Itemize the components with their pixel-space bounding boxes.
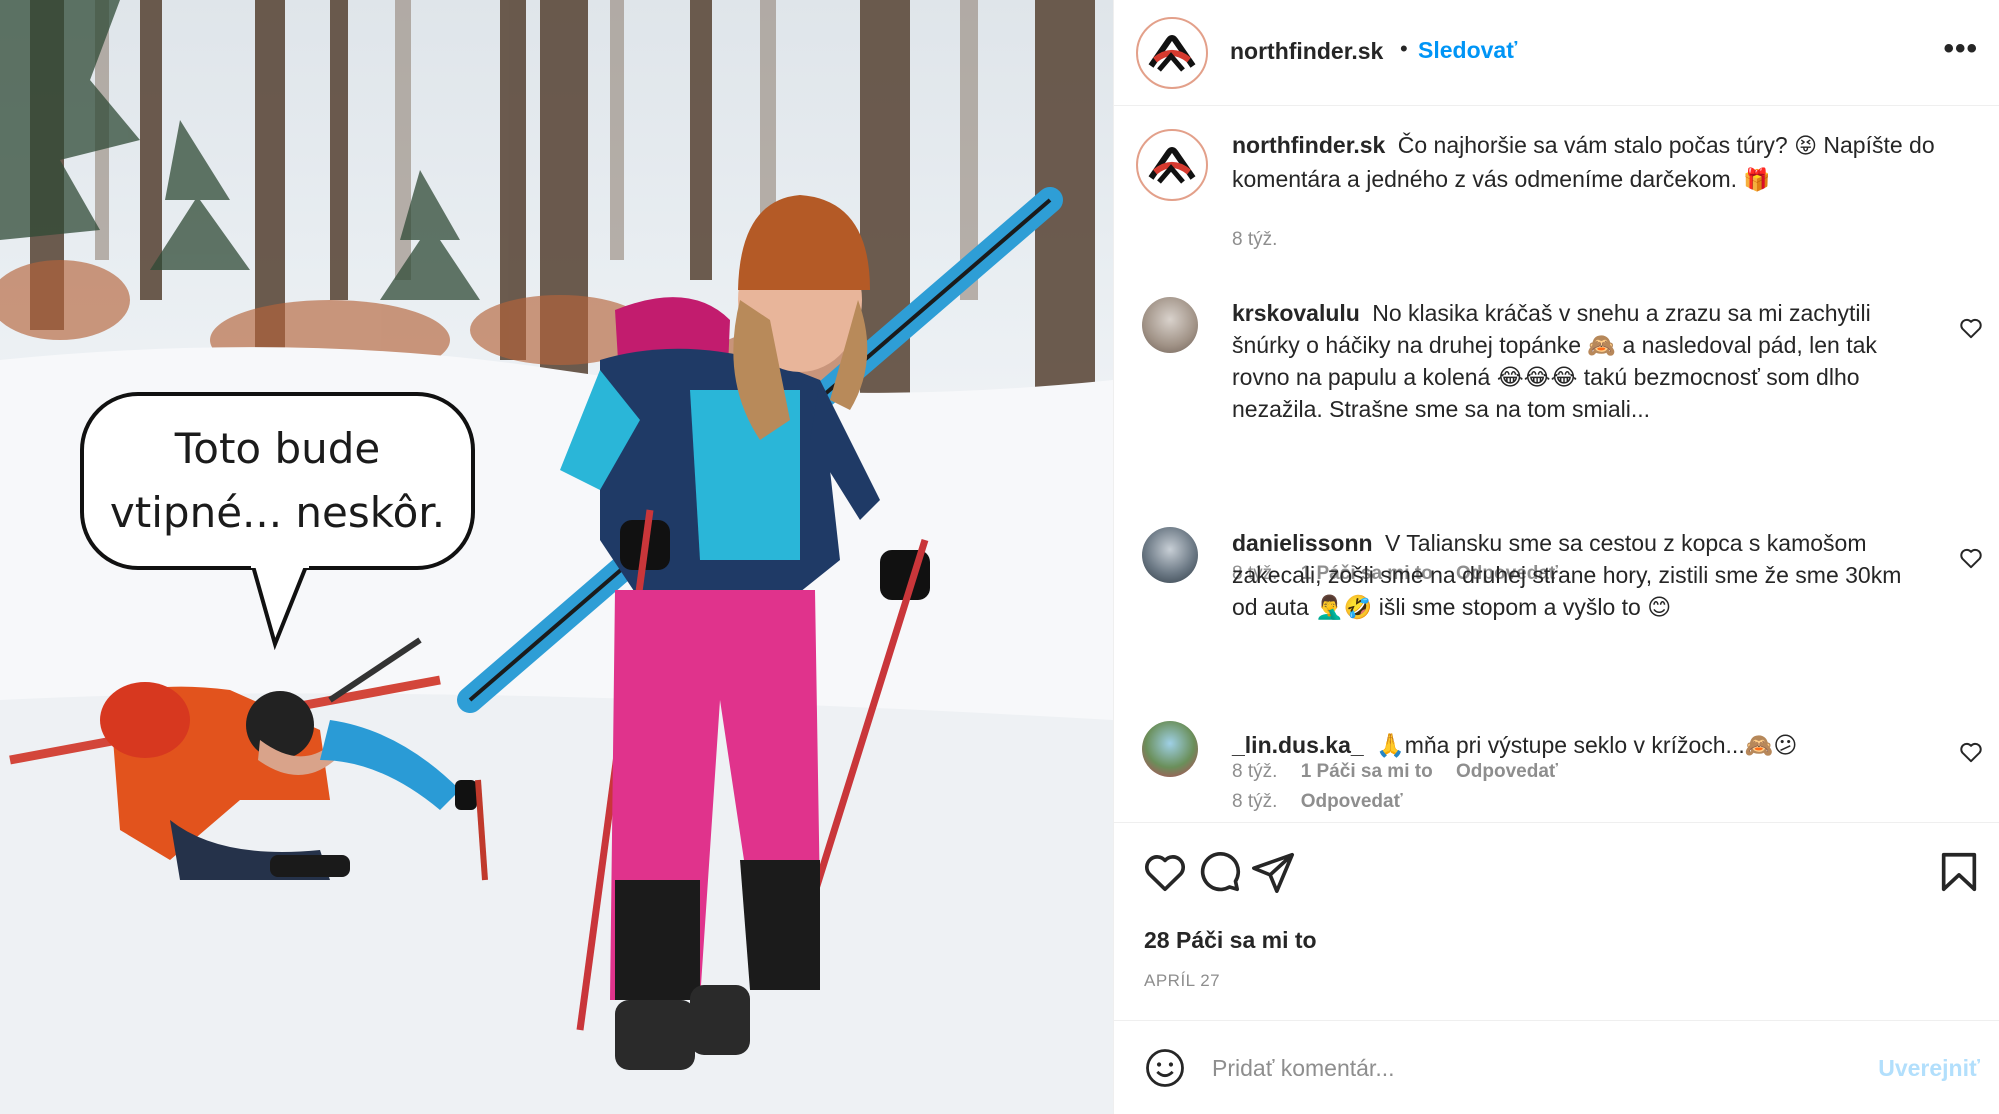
reply-button[interactable]: Odpovedať: [1456, 761, 1558, 782]
comment-avatar[interactable]: [1142, 297, 1198, 353]
northfinder-logo-icon: [1148, 35, 1196, 72]
more-options-icon[interactable]: •••: [1943, 32, 1978, 66]
emoji-picker-icon[interactable]: [1144, 1047, 1186, 1089]
comment-time[interactable]: 8 týž.: [1232, 761, 1277, 782]
comments-list[interactable]: northfinder.sk Čo najhoršie sa vám stalo…: [1114, 107, 1999, 822]
comment-avatar[interactable]: [1142, 527, 1198, 583]
caption-avatar[interactable]: [1136, 129, 1208, 201]
comment-input[interactable]: [1212, 1043, 1812, 1093]
profile-avatar[interactable]: [1136, 17, 1208, 89]
header-username[interactable]: northfinder.sk: [1230, 38, 1383, 65]
post-photo[interactable]: Toto bude vtipné... neskôr.: [0, 0, 1113, 1114]
comment-text: krskovalulu No klasika kráčaš v snehu a …: [1232, 297, 1932, 425]
speech-bubble-line1: Toto bude: [174, 424, 381, 473]
comment-like-heart-icon[interactable]: [1958, 315, 1984, 341]
post-header: northfinder.sk • Sledovať •••: [1114, 0, 1999, 106]
comment-like-heart-icon[interactable]: [1958, 545, 1984, 571]
comment-likes-count[interactable]: 1 Páči sa mi to: [1301, 761, 1433, 782]
caption-emoji-1: 😝: [1794, 134, 1817, 159]
speech-bubble-tail: [251, 560, 309, 650]
northfinder-logo-icon: [1148, 147, 1196, 184]
speech-bubble-line2: vtipné... neskôr.: [109, 488, 446, 537]
post-comment-button[interactable]: Uverejniť: [1878, 1055, 1980, 1082]
bookmark-icon[interactable]: [1936, 849, 1982, 895]
comment-text: _lin.dus.ka_ 🙏mňa pri výstupe seklo v kr…: [1232, 729, 1932, 761]
comment-username[interactable]: danielissonn: [1232, 530, 1373, 556]
post-actions: 28 Páči sa mi to APRÍL 27: [1114, 822, 1999, 1022]
post-sidebar: northfinder.sk • Sledovať ••• northfinde…: [1113, 0, 1999, 1114]
comment-avatar[interactable]: [1142, 721, 1198, 777]
caption-emoji-2: 🎁: [1743, 168, 1771, 193]
comment-meta: 8 týž. 1 Páči sa mi to Odpovedať: [1232, 761, 1576, 783]
follow-button[interactable]: Sledovať: [1418, 37, 1517, 64]
add-comment-bar: Uverejniť: [1114, 1020, 1999, 1114]
reply-button[interactable]: Odpovedať: [1301, 791, 1403, 812]
caption-username[interactable]: northfinder.sk: [1232, 132, 1385, 158]
comment-text: danielissonn V Taliansku sme sa cestou z…: [1232, 527, 1932, 623]
comment-meta: 8 týž. Odpovedať: [1232, 791, 1421, 813]
caption-meta: 8 týž.: [1232, 229, 1295, 251]
post-date[interactable]: APRÍL 27: [1144, 971, 1220, 991]
comment-username[interactable]: _lin.dus.ka_: [1232, 732, 1364, 758]
speech-bubble: Toto bude vtipné... neskôr.: [80, 392, 475, 570]
comment-time[interactable]: 8 týž.: [1232, 791, 1277, 812]
comment-like-heart-icon[interactable]: [1958, 739, 1984, 765]
comment-body: 🙏mňa pri výstupe seklo v krížoch...🙈😕: [1376, 732, 1798, 758]
comment-icon[interactable]: [1196, 849, 1242, 895]
comment-username[interactable]: krskovalulu: [1232, 300, 1360, 326]
caption-text-part1: Čo najhoršie sa vám stalo počas túry?: [1397, 132, 1788, 158]
heart-icon[interactable]: [1142, 849, 1188, 895]
caption-text: northfinder.sk Čo najhoršie sa vám stalo…: [1232, 129, 1952, 197]
send-icon[interactable]: [1250, 849, 1296, 895]
likes-count[interactable]: 28 Páči sa mi to: [1144, 927, 1317, 954]
caption-time[interactable]: 8 týž.: [1232, 229, 1277, 250]
separator-dot: •: [1400, 36, 1408, 61]
